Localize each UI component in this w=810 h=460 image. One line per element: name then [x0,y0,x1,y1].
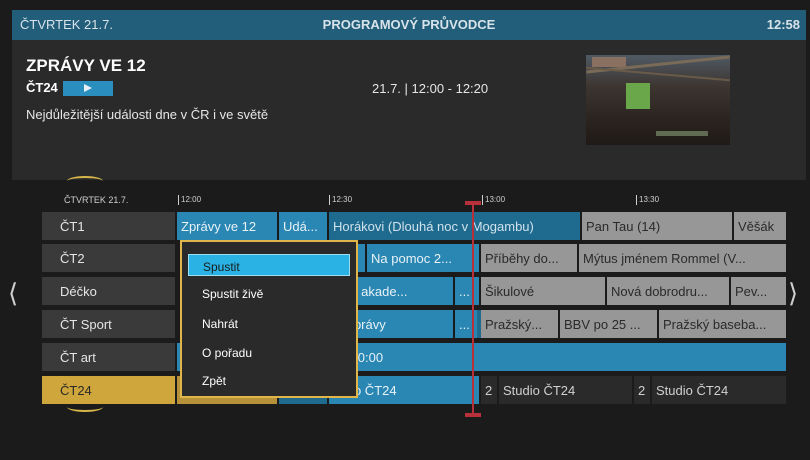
page-title: PROGRAMOVÝ PRŮVODCE [322,17,496,32]
channel-ct2[interactable]: ČT2 [42,244,175,272]
program-channel: ČT24 [26,80,58,95]
program-cell[interactable]: Zprávy ve 12 [177,212,277,240]
now-indicator [472,205,474,417]
play-button[interactable] [63,81,113,96]
program-cell[interactable]: Pev... [731,277,786,305]
time-tick: 13:00 [482,195,505,205]
program-description: Nejdůležitější události dne v ČR i ve sv… [26,107,269,122]
scroll-up-icon[interactable] [67,176,103,186]
program-cell[interactable]: Mýtus jménem Rommel (V... [579,244,786,272]
thumbnail-screen [626,83,650,109]
menu-item-o-poradu[interactable]: O pořadu [188,341,350,363]
program-cell[interactable]: 2 [634,376,650,404]
menu-item-spustit-zive[interactable]: Spustit živě [188,282,350,304]
channel-ct24[interactable]: ČT24 [42,376,175,404]
program-time: 21.7. | 12:00 - 12:20 [372,81,489,96]
header-date: ČTVRTEK 21.7. [20,17,113,32]
channel-ct-art[interactable]: ČT art [42,343,175,371]
thumbnail-caption [656,131,708,136]
thumbnail-banner [592,57,626,67]
program-cell[interactable]: Udá... [279,212,327,240]
program-cell[interactable]: Horákovi (Dlouhá noc v Mogambu) [329,212,580,240]
scroll-left-icon[interactable]: ⟨ [8,278,18,309]
program-title: ZPRÁVY VE 12 [26,56,146,75]
program-cell[interactable]: Pražský... [481,310,558,338]
program-cell[interactable]: 2 [481,376,497,404]
now-indicator-cap [465,413,481,417]
now-indicator-cap [465,201,481,205]
menu-item-nahrat[interactable]: Nahrát [188,312,350,334]
time-tick: 12:30 [329,195,352,205]
clock: 12:58 [766,17,800,32]
grid-date: ČTVRTEK 21.7. [64,195,129,205]
time-tick: 13:30 [636,195,659,205]
time-tick: 12:00 [178,195,201,205]
channel-decko[interactable]: Déčko [42,277,175,305]
channel-ct-sport[interactable]: ČT Sport [42,310,175,338]
program-cell[interactable]: BBV po 25 ... [560,310,657,338]
header-bar: PROGRAMOVÝ PRŮVODCE ČTVRTEK 21.7. 12:58 [12,10,806,40]
menu-item-zpet[interactable]: Zpět [188,369,350,391]
program-cell[interactable]: Pražský baseba... [659,310,786,338]
thumbnail-beam [586,66,730,82]
menu-item-spustit[interactable]: Spustit [188,254,350,276]
program-cell[interactable]: Studio ČT24 [499,376,632,404]
program-cell[interactable]: ... [455,277,479,305]
program-cell[interactable]: Věšák [734,212,786,240]
scroll-right-icon[interactable]: ⟩ [788,278,798,309]
program-detail: ZPRÁVY VE 12 ČT24 Nejdůležitější událost… [12,40,806,180]
program-cell[interactable]: Nová dobrodru... [607,277,729,305]
channel-ct1[interactable]: ČT1 [42,212,175,240]
program-cell[interactable]: Šikulové [481,277,605,305]
program-cell[interactable]: Pan Tau (14) [582,212,732,240]
program-cell[interactable]: Příběhy do... [481,244,577,272]
program-thumbnail [586,55,730,145]
program-cell[interactable]: Studio ČT24 [652,376,786,404]
context-menu: Spustit Spustit živě Nahrát O pořadu Zpě… [180,240,358,398]
program-cell[interactable]: Na pomoc 2... [367,244,479,272]
